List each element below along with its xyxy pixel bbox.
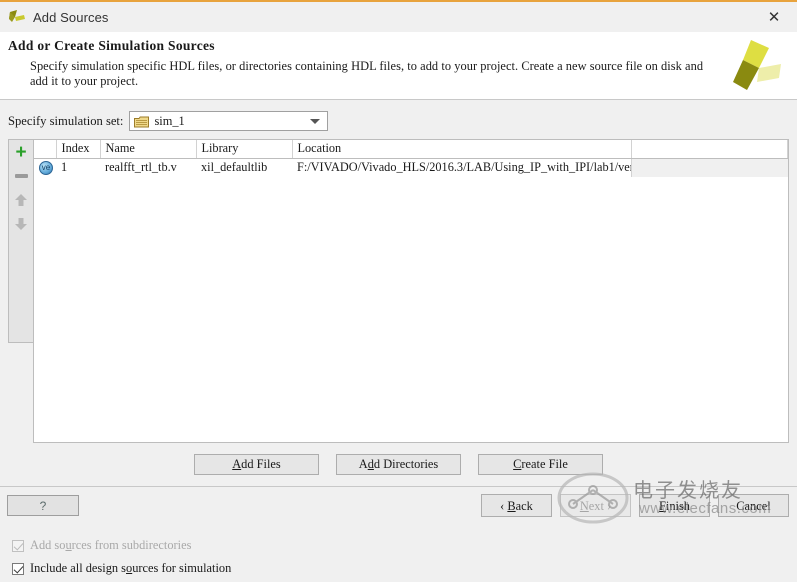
remove-source-button[interactable] (9, 164, 33, 188)
source-action-buttons: Add Files Add Directories Create File (0, 454, 797, 475)
plus-icon: + (15, 141, 27, 163)
close-icon[interactable]: ✕ (751, 2, 797, 32)
add-directories-button[interactable]: Add Directories (336, 454, 461, 475)
xilinx-logo (721, 38, 783, 96)
window-title: Add Sources (33, 9, 109, 25)
dialog-header: Add or Create Simulation Sources Specify… (0, 32, 797, 100)
move-down-button[interactable] (9, 212, 33, 236)
row-location: F:/VIVADO/Vivado_HLS/2016.3/LAB/Using_IP… (297, 160, 631, 175)
option-add-subdirectories: Add sources from subdirectories (12, 536, 245, 555)
row-index: 1 (61, 160, 68, 175)
dialog-footer: ? ‹ Back Next › Finish Cancel (0, 486, 797, 534)
wizard-navigation: ‹ Back Next › Finish Cancel (481, 494, 789, 517)
table-header-row: Index Name Library Location (34, 140, 788, 159)
add-source-button[interactable]: + (9, 140, 33, 164)
column-header-icon (34, 140, 57, 159)
dialog-body: Specify simulation set: sim_1 + Index Na… (0, 101, 797, 575)
verilog-file-icon: ve (39, 160, 53, 175)
minus-icon (14, 174, 28, 178)
column-header-index[interactable]: Index (56, 140, 101, 159)
move-up-button[interactable] (9, 188, 33, 212)
simulation-set-dropdown[interactable]: sim_1 (129, 111, 329, 131)
page-description: Specify simulation specific HDL files, o… (30, 59, 704, 88)
column-header-name[interactable]: Name (100, 140, 197, 159)
simulation-set-row: Specify simulation set: sim_1 (8, 111, 329, 131)
row-file-type-icon-cell: ve (34, 158, 56, 177)
arrow-up-icon (15, 194, 27, 206)
help-button[interactable]: ? (7, 495, 79, 516)
next-button: Next › (560, 494, 631, 517)
finish-button[interactable]: Finish (639, 494, 710, 517)
simulation-set-value: sim_1 (154, 113, 185, 128)
title-bar: Add Sources ✕ (0, 2, 797, 32)
arrow-down-icon (15, 218, 27, 230)
option-include-all-design-sources[interactable]: Include all design sources for simulatio… (12, 559, 245, 578)
back-button[interactable]: ‹ Back (481, 494, 552, 517)
chevron-down-icon (310, 119, 321, 124)
row-library[interactable]: xil_defaultlib (196, 158, 292, 177)
add-sources-dialog: Add Sources ✕ Add or Create Simulation S… (0, 0, 797, 575)
add-files-button[interactable]: Add Files (194, 454, 319, 475)
option-label-include-all-design-sources: Include all design sources for simulatio… (30, 561, 232, 575)
table-row[interactable]: ve 1 realfft_rtl_tb.v xil_defaultlib F:/… (34, 158, 788, 177)
column-header-location[interactable]: Location (292, 140, 632, 159)
checkbox-include-all-design-sources[interactable] (12, 562, 24, 575)
sources-table[interactable]: Index Name Library Location ve 1 realfft… (33, 139, 789, 443)
xilinx-arrow-icon (8, 9, 26, 25)
page-title: Add or Create Simulation Sources (8, 38, 215, 53)
column-header-filler (631, 140, 788, 159)
simulation-set-label: Specify simulation set: (8, 113, 124, 128)
cancel-button[interactable]: Cancel (718, 494, 789, 517)
option-label-add-subdirectories: Add sources from subdirectories (30, 538, 192, 552)
row-name: realfft_rtl_tb.v (105, 160, 177, 175)
row-filler (630, 158, 788, 177)
checkbox-add-subdirectories (12, 539, 24, 552)
source-list-toolbar: + (8, 139, 34, 343)
create-file-button[interactable]: Create File (478, 454, 603, 475)
column-header-library[interactable]: Library (196, 140, 293, 159)
folder-icon (134, 115, 150, 128)
